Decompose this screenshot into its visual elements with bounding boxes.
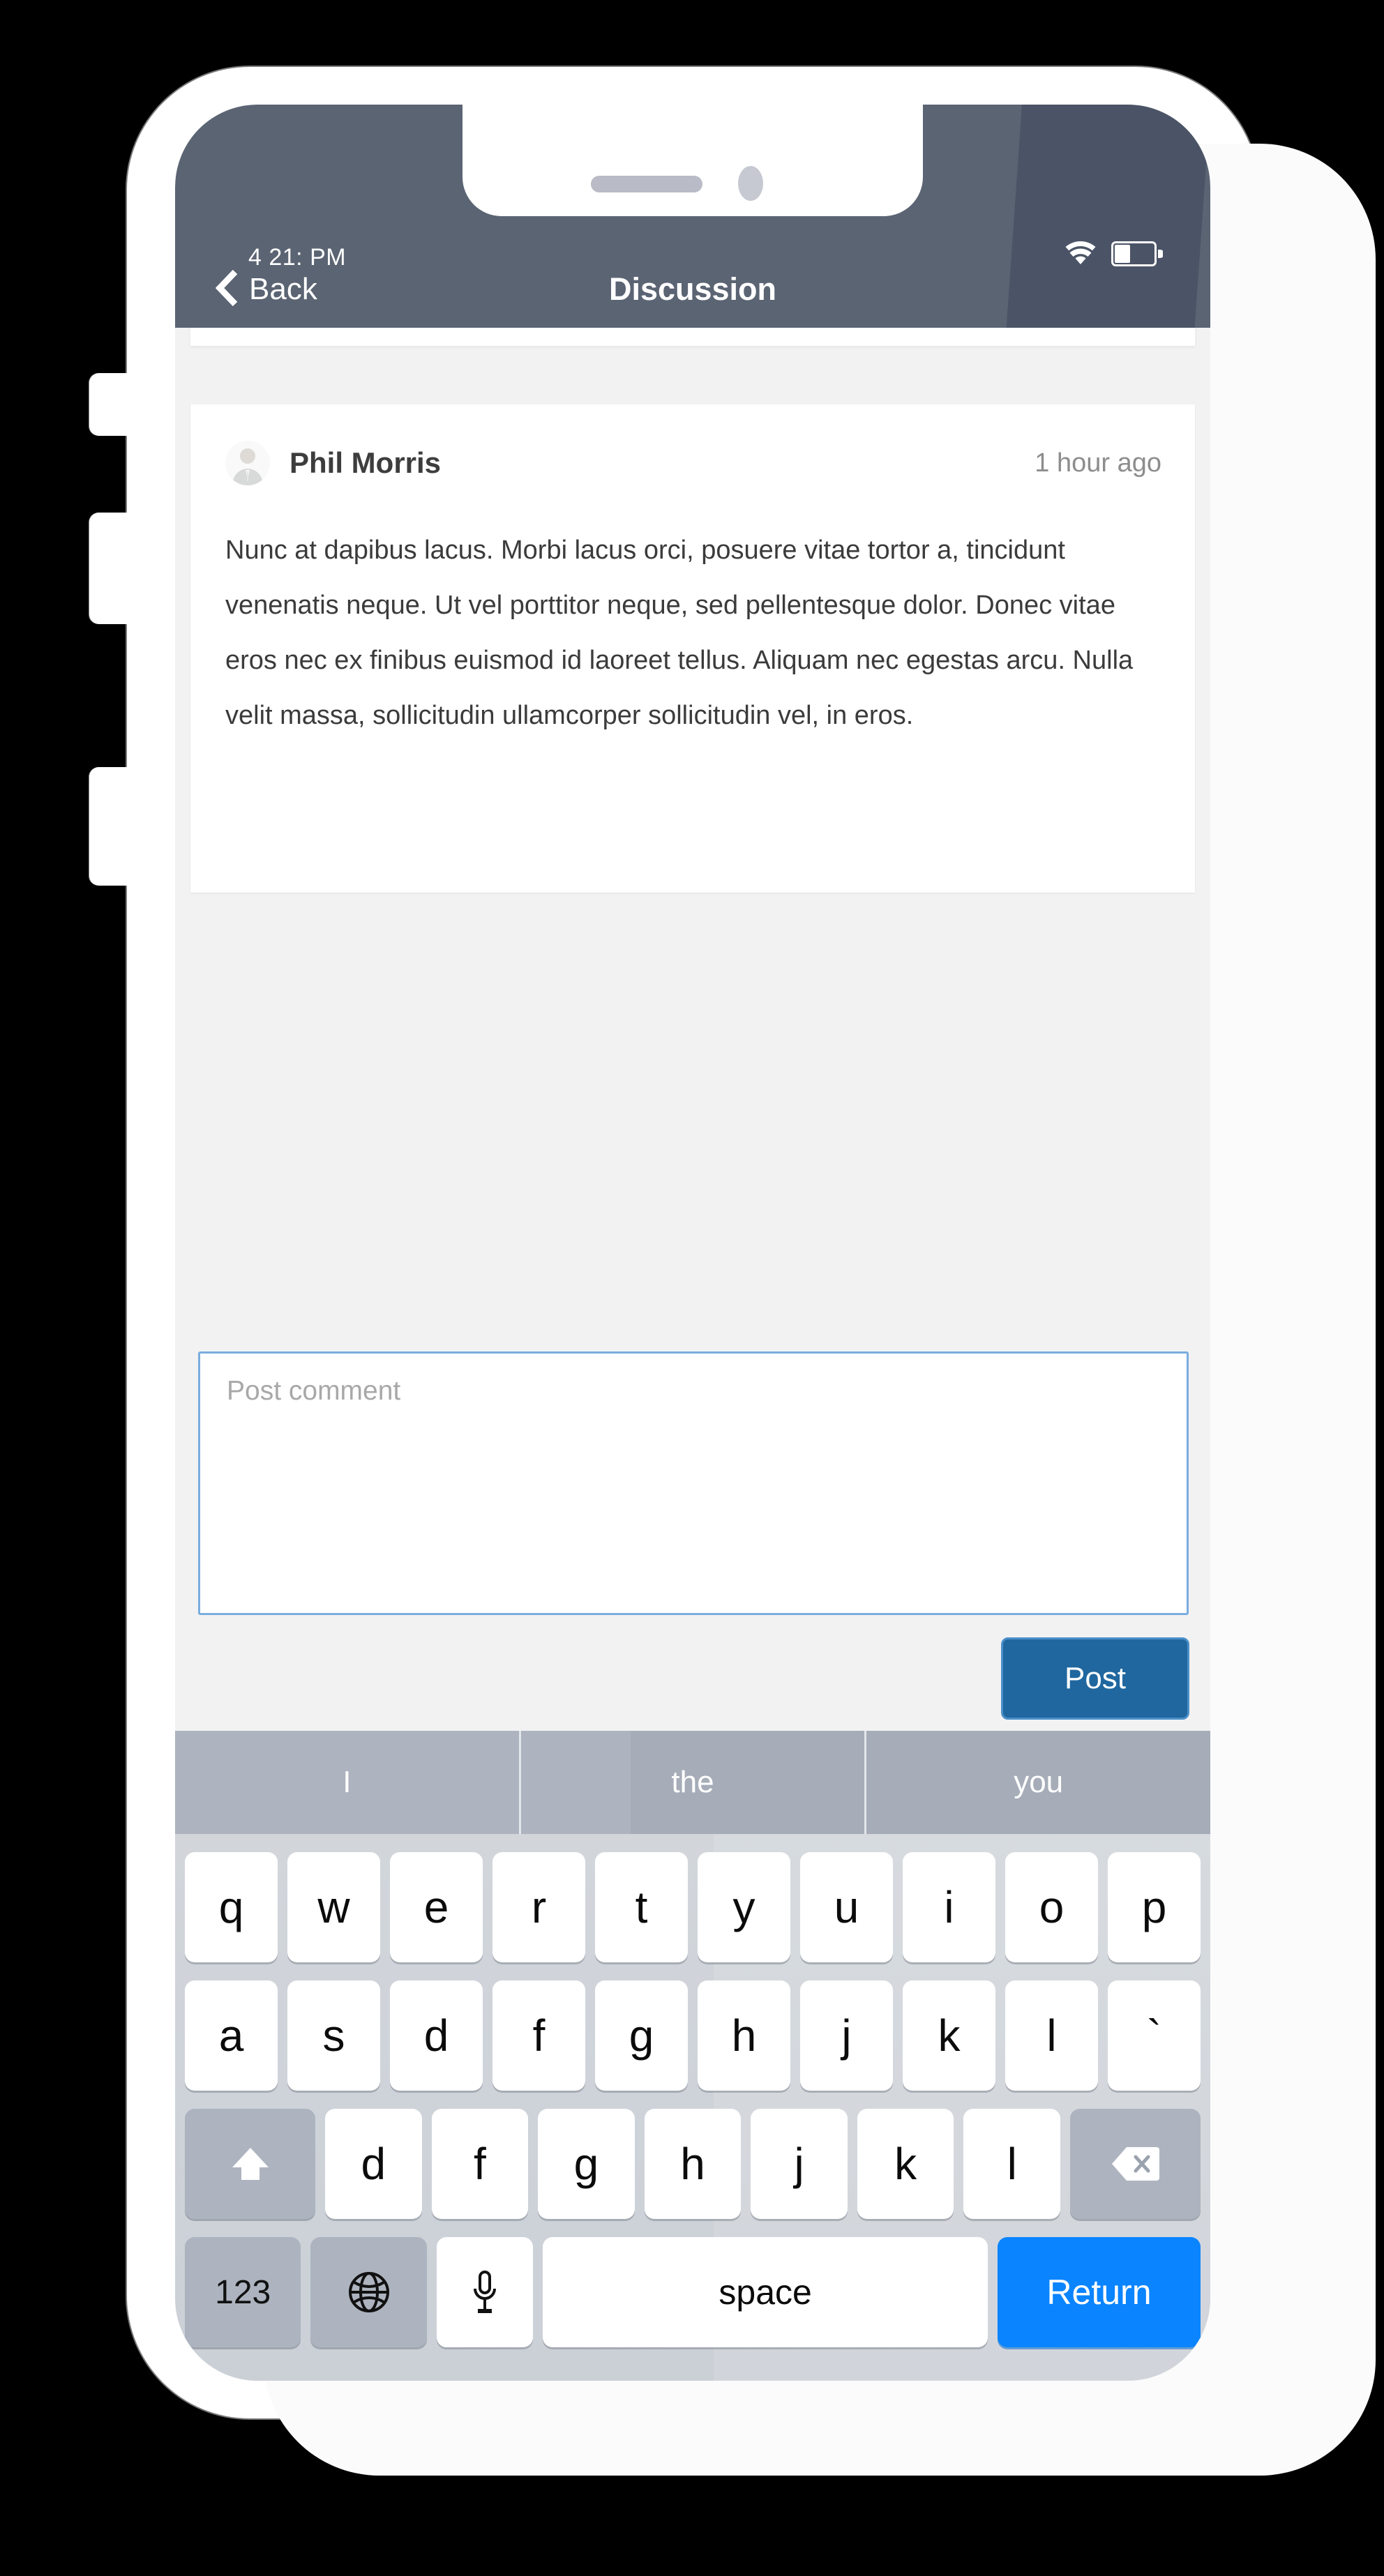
key-k-row3[interactable]: k bbox=[857, 2109, 954, 2219]
keyboard-row-4: 123 space Return bbox=[185, 2237, 1201, 2347]
key-j-row3[interactable]: j bbox=[751, 2109, 848, 2219]
key-backtick[interactable]: ` bbox=[1108, 1980, 1201, 2091]
return-key[interactable]: Return bbox=[997, 2237, 1201, 2347]
key-l[interactable]: l bbox=[1005, 1980, 1098, 2091]
suggestion-item-1[interactable]: I bbox=[175, 1731, 521, 1834]
device-notch bbox=[462, 105, 923, 216]
keyboard-rows: q w e r t y u i o p a s d f g h j k l ` … bbox=[175, 1834, 1210, 2381]
key-k[interactable]: k bbox=[903, 1980, 995, 2091]
discussion-scroll-area[interactable]: Phil Morris 1 hour ago Nunc at dapibus l… bbox=[175, 328, 1210, 1336]
key-q[interactable]: q bbox=[185, 1852, 278, 1962]
key-d[interactable]: d bbox=[390, 1980, 483, 2091]
on-screen-keyboard: I the you q w e r t y u i o p a s d f g … bbox=[175, 1731, 1210, 2381]
key-e[interactable]: e bbox=[390, 1852, 483, 1962]
key-g-row3[interactable]: g bbox=[538, 2109, 635, 2219]
volume-up-button[interactable] bbox=[89, 513, 138, 624]
user-avatar-photo bbox=[225, 441, 270, 485]
suggestion-item-2[interactable]: the bbox=[521, 1731, 867, 1834]
keyboard-row-2: a s d f g h j k l ` bbox=[185, 1980, 1201, 2091]
previous-comment-card-partial bbox=[190, 328, 1195, 346]
comment-input[interactable] bbox=[198, 1351, 1189, 1615]
comment-composer: Post bbox=[175, 1336, 1210, 1731]
shift-key[interactable] bbox=[184, 2109, 316, 2219]
keyboard-suggestion-bar: I the you bbox=[175, 1731, 1210, 1834]
silent-switch-button[interactable] bbox=[89, 373, 138, 436]
comment-body-text: Nunc at dapibus lacus. Morbi lacus orci,… bbox=[225, 536, 1134, 730]
volume-down-button[interactable] bbox=[89, 767, 138, 886]
keyboard-row-3: d f g h j k l bbox=[184, 2109, 1201, 2219]
nav-bar-row: Back Discussion bbox=[175, 251, 1210, 328]
globe-icon bbox=[347, 2271, 391, 2314]
key-r[interactable]: r bbox=[492, 1852, 585, 1962]
key-u[interactable]: u bbox=[800, 1852, 893, 1962]
keyboard-row-1: q w e r t y u i o p bbox=[185, 1852, 1201, 1962]
key-l-row3[interactable]: l bbox=[963, 2109, 1060, 2219]
front-camera bbox=[738, 166, 763, 201]
backspace-icon bbox=[1111, 2146, 1160, 2182]
key-p[interactable]: p bbox=[1108, 1852, 1201, 1962]
microphone-icon bbox=[469, 2269, 500, 2315]
key-t[interactable]: t bbox=[595, 1852, 688, 1962]
key-a[interactable]: a bbox=[185, 1980, 278, 2091]
key-s[interactable]: s bbox=[287, 1980, 380, 2091]
navigation-bar: 4 21: PM Back Discussion bbox=[175, 105, 1210, 328]
key-h[interactable]: h bbox=[698, 1980, 790, 2091]
comment-timestamp: 1 hour ago bbox=[1035, 448, 1161, 478]
comment-header: Phil Morris 1 hour ago bbox=[225, 435, 1161, 491]
shift-arrow-icon bbox=[229, 2142, 272, 2185]
numbers-key[interactable]: 123 bbox=[185, 2237, 301, 2347]
key-f-row3[interactable]: f bbox=[431, 2109, 529, 2219]
key-d-row3[interactable]: d bbox=[325, 2109, 422, 2219]
comment-author: Phil Morris bbox=[289, 446, 442, 479]
earpiece-speaker bbox=[591, 176, 702, 192]
key-i[interactable]: i bbox=[903, 1852, 995, 1962]
key-g[interactable]: g bbox=[595, 1980, 688, 2091]
key-w[interactable]: w bbox=[287, 1852, 380, 1962]
key-o[interactable]: o bbox=[1005, 1852, 1098, 1962]
backspace-key[interactable] bbox=[1069, 2109, 1201, 2219]
globe-key[interactable] bbox=[310, 2237, 427, 2347]
key-j[interactable]: j bbox=[800, 1980, 893, 2091]
phone-screen: 4 21: PM Back Discussion Phil Morris 1 h… bbox=[175, 105, 1210, 2381]
space-key[interactable]: space bbox=[543, 2237, 988, 2347]
screenshot-root: 4 21: PM Back Discussion Phil Morris 1 h… bbox=[0, 0, 1384, 2576]
page-title: Discussion bbox=[608, 271, 777, 307]
microphone-key[interactable] bbox=[436, 2237, 534, 2347]
comment-card: Phil Morris 1 hour ago Nunc at dapibus l… bbox=[190, 404, 1195, 893]
post-button[interactable]: Post bbox=[1001, 1637, 1189, 1720]
key-h-row3[interactable]: h bbox=[644, 2109, 742, 2219]
key-f[interactable]: f bbox=[492, 1980, 585, 2091]
key-y[interactable]: y bbox=[698, 1852, 790, 1962]
suggestion-item-3[interactable]: you bbox=[866, 1731, 1210, 1834]
